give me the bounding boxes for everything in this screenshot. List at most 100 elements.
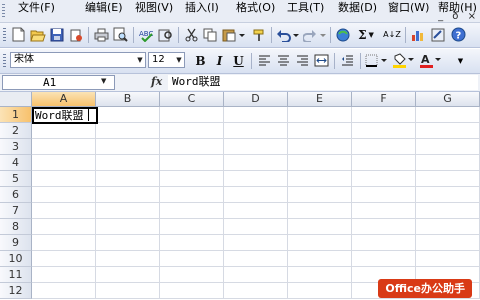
cell-e8[interactable] xyxy=(288,219,352,235)
cell-c8[interactable] xyxy=(160,219,224,235)
toolbar-options-icon[interactable]: ▼ xyxy=(452,52,469,69)
cell-e2[interactable] xyxy=(288,123,352,139)
menu-tools[interactable]: 工具(T) xyxy=(285,0,326,18)
menu-file[interactable]: 文件(F) xyxy=(16,0,57,18)
cell-e1[interactable] xyxy=(288,107,352,123)
cell-b6[interactable] xyxy=(96,187,160,203)
cell-c9[interactable] xyxy=(160,235,224,251)
cell-b1[interactable] xyxy=(96,107,160,123)
cell-b8[interactable] xyxy=(96,219,160,235)
row-header-9[interactable]: 9 xyxy=(0,235,32,251)
cell-c12[interactable] xyxy=(160,283,224,299)
cell-c7[interactable] xyxy=(160,203,224,219)
cell-b3[interactable] xyxy=(96,139,160,155)
new-icon[interactable] xyxy=(10,26,27,43)
cell-e6[interactable] xyxy=(288,187,352,203)
cell-a6[interactable] xyxy=(32,187,96,203)
column-header-g[interactable]: G xyxy=(416,92,480,107)
column-header-d[interactable]: D xyxy=(224,92,288,107)
cell-g3[interactable] xyxy=(416,139,480,155)
cell-d1[interactable] xyxy=(224,107,288,123)
cell-d12[interactable] xyxy=(224,283,288,299)
row-header-11[interactable]: 11 xyxy=(0,267,32,283)
cell-d11[interactable] xyxy=(224,267,288,283)
align-left-icon[interactable] xyxy=(256,52,273,69)
row-header-6[interactable]: 6 xyxy=(0,187,32,203)
row-header-7[interactable]: 7 xyxy=(0,203,32,219)
cell-d9[interactable] xyxy=(224,235,288,251)
cell-a7[interactable] xyxy=(32,203,96,219)
cell-f1[interactable] xyxy=(352,107,416,123)
menu-data[interactable]: 数据(D) xyxy=(336,0,379,18)
row-header-12[interactable]: 12 xyxy=(0,283,32,299)
bold-button[interactable]: B xyxy=(192,52,209,69)
cell-e4[interactable] xyxy=(288,155,352,171)
cell-c3[interactable] xyxy=(160,139,224,155)
cell-d8[interactable] xyxy=(224,219,288,235)
cell-c11[interactable] xyxy=(160,267,224,283)
hyperlink-icon[interactable] xyxy=(335,26,352,43)
cell-a2[interactable] xyxy=(32,123,96,139)
column-header-e[interactable]: E xyxy=(288,92,352,107)
cell-d4[interactable] xyxy=(224,155,288,171)
name-box[interactable]: A1 xyxy=(2,75,115,90)
open-icon[interactable] xyxy=(29,26,46,43)
menu-view[interactable]: 视图(V) xyxy=(133,0,175,18)
font-color-icon[interactable]: A xyxy=(419,52,443,69)
cell-b2[interactable] xyxy=(96,123,160,139)
cell-f5[interactable] xyxy=(352,171,416,187)
close-icon[interactable]: × xyxy=(468,11,476,22)
row-header-8[interactable]: 8 xyxy=(0,219,32,235)
cell-g7[interactable] xyxy=(416,203,480,219)
cell-b4[interactable] xyxy=(96,155,160,171)
row-header-1[interactable]: 1 xyxy=(0,107,32,123)
formula-input[interactable]: Word联盟 xyxy=(168,75,478,90)
cell-d7[interactable] xyxy=(224,203,288,219)
redo-icon[interactable] xyxy=(303,26,327,43)
cell-f7[interactable] xyxy=(352,203,416,219)
row-header-2[interactable]: 2 xyxy=(0,123,32,139)
cell-b12[interactable] xyxy=(96,283,160,299)
permission-icon[interactable] xyxy=(67,26,84,43)
cell-b5[interactable] xyxy=(96,171,160,187)
toolbar-grip[interactable] xyxy=(3,28,6,42)
toolbar-grip[interactable] xyxy=(3,54,6,68)
cell-a9[interactable] xyxy=(32,235,96,251)
chevron-down-icon[interactable]: ▼ xyxy=(101,75,106,88)
cell-b11[interactable] xyxy=(96,267,160,283)
cell-c1[interactable] xyxy=(160,107,224,123)
cell-c10[interactable] xyxy=(160,251,224,267)
cell-f6[interactable] xyxy=(352,187,416,203)
research-icon[interactable] xyxy=(157,26,174,43)
cell-c2[interactable] xyxy=(160,123,224,139)
menu-grip[interactable] xyxy=(2,4,5,17)
cell-g10[interactable] xyxy=(416,251,480,267)
spelling-icon[interactable]: ABC xyxy=(138,26,155,43)
italic-button[interactable]: I xyxy=(211,52,228,69)
menu-format[interactable]: 格式(O) xyxy=(234,0,277,18)
cell-e9[interactable] xyxy=(288,235,352,251)
cell-e11[interactable] xyxy=(288,267,352,283)
decrease-indent-icon[interactable] xyxy=(339,52,356,69)
cell-g4[interactable] xyxy=(416,155,480,171)
print-icon[interactable] xyxy=(93,26,110,43)
chart-wizard-icon[interactable] xyxy=(410,26,427,43)
menu-window[interactable]: 窗口(W) xyxy=(386,0,431,18)
underline-button[interactable]: U xyxy=(230,52,247,69)
cell-c5[interactable] xyxy=(160,171,224,187)
cell-f4[interactable] xyxy=(352,155,416,171)
save-icon[interactable] xyxy=(48,26,65,43)
autosum-icon[interactable]: Σ ▼ xyxy=(354,26,378,43)
cell-b10[interactable] xyxy=(96,251,160,267)
cell-e7[interactable] xyxy=(288,203,352,219)
chevron-down-icon[interactable]: ▼ xyxy=(135,53,145,67)
cell-d6[interactable] xyxy=(224,187,288,203)
cell-g6[interactable] xyxy=(416,187,480,203)
row-header-3[interactable]: 3 xyxy=(0,139,32,155)
align-right-icon[interactable] xyxy=(294,52,311,69)
drawing-icon[interactable] xyxy=(430,26,447,43)
cell-f2[interactable] xyxy=(352,123,416,139)
minimize-icon[interactable]: _ xyxy=(438,11,443,22)
chevron-down-icon[interactable]: ▼ xyxy=(174,53,184,67)
help-icon[interactable]: ? xyxy=(450,26,467,43)
